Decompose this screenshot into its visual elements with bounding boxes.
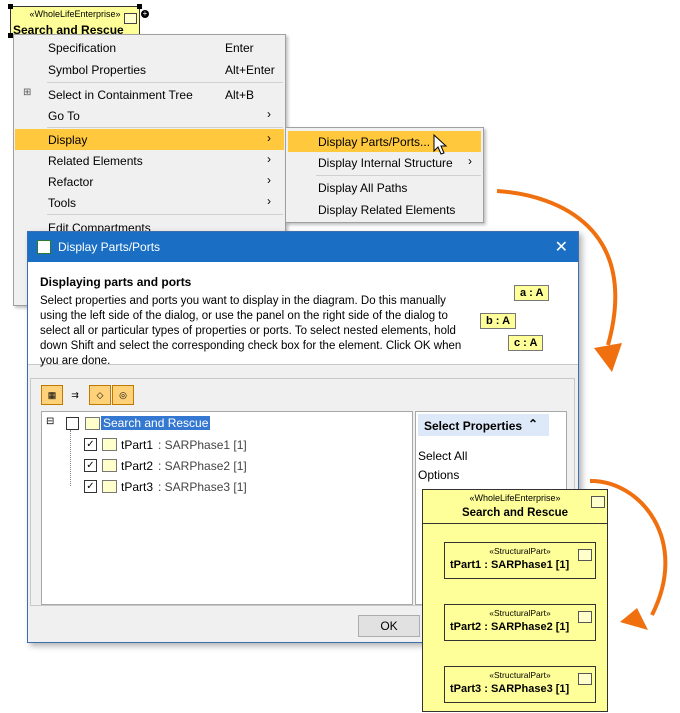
part-stereotype: «StructuralPart» [489,546,551,556]
result-block[interactable]: «WholeLifeEnterprise» Search and Rescue … [422,489,608,712]
block-stereotype: «WholeLifeEnterprise» [469,493,561,503]
part-stereotype: «StructuralPart» [489,608,551,618]
part-name: tPart3 : SARPhase3 [1] [450,683,570,695]
arrowhead-icon [594,343,622,372]
part-stereotype: «StructuralPart» [489,670,551,680]
part-icon [578,673,592,685]
block-icon [591,496,605,508]
part-shape[interactable]: «StructuralPart» tPart3 : SARPhase3 [1] [444,666,596,703]
part-icon [578,549,592,561]
part-name: tPart2 : SARPhase2 [1] [450,621,570,633]
block-name: Search and Rescue [461,507,569,519]
arrow-to-dialog [496,189,618,346]
arrowhead-icon [620,608,648,630]
compartment-divider [423,523,607,524]
part-icon [578,611,592,623]
part-shape[interactable]: «StructuralPart» tPart1 : SARPhase1 [1] [444,542,596,579]
part-name: tPart1 : SARPhase1 [1] [450,559,570,571]
part-shape[interactable]: «StructuralPart» tPart2 : SARPhase2 [1] [444,604,596,641]
